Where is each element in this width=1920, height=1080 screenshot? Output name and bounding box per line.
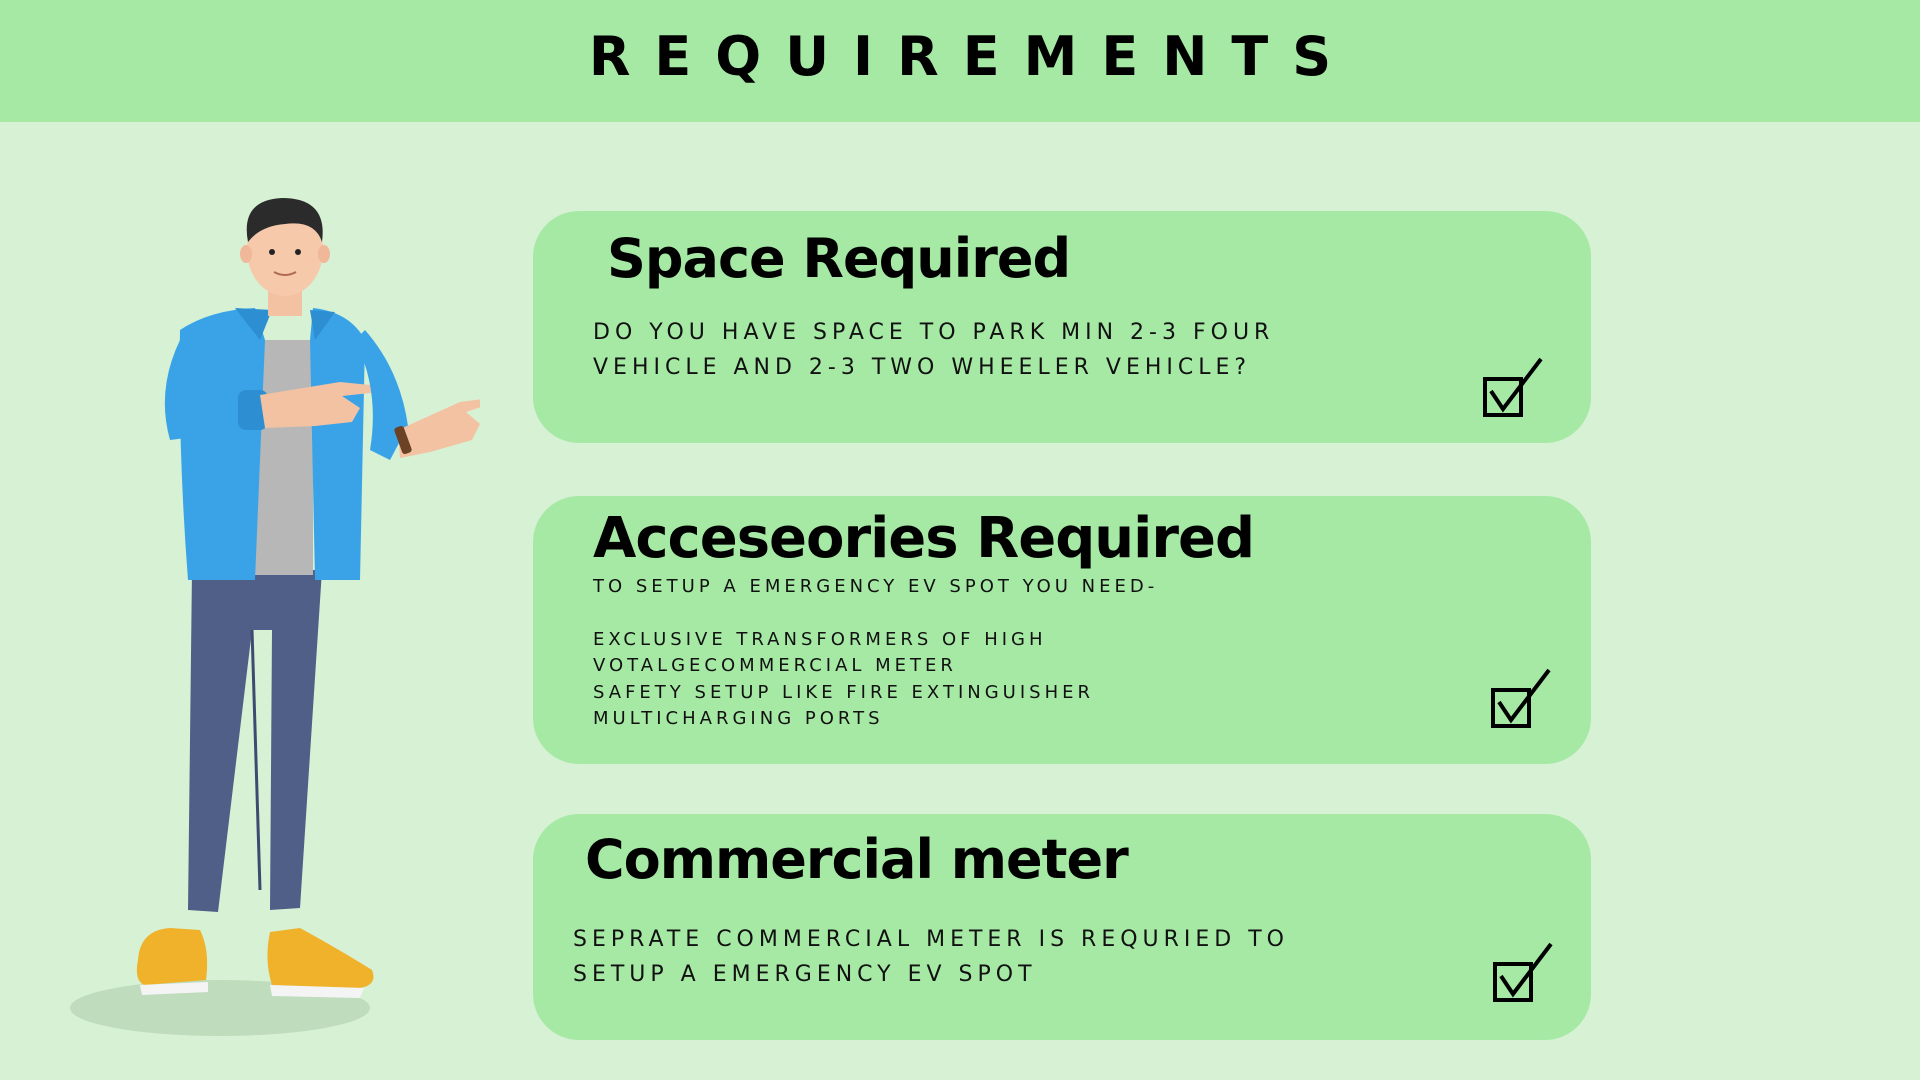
pointing-man-illustration [70,198,480,1036]
card-title: Acceseories Required [593,506,1255,571]
card-space-required: Space Required DO YOU HAVE SPACE TO PARK… [533,211,1591,443]
card-description: TO SETUP A EMERGENCY EV SPOT YOU NEED- E… [593,576,1159,729]
page-title: REQUIREMENTS [588,24,1356,88]
checkbox-checked-icon [1493,942,1553,1002]
header-banner: REQUIREMENTS [0,0,1920,122]
checkbox-checked-icon [1483,357,1543,417]
checkbox-checked-icon [1491,668,1551,728]
card-title: Commercial meter [585,828,1129,891]
card-description: SEPRATE COMMERCIAL METER IS REQURIED TO … [573,927,1289,987]
card-commercial-meter: Commercial meter SEPRATE COMMERCIAL METE… [533,814,1591,1040]
card-title: Space Required [607,227,1071,290]
card-description: DO YOU HAVE SPACE TO PARK MIN 2-3 FOUR V… [593,320,1275,380]
card-accessories-required: Acceseories Required TO SETUP A EMERGENC… [533,496,1591,764]
